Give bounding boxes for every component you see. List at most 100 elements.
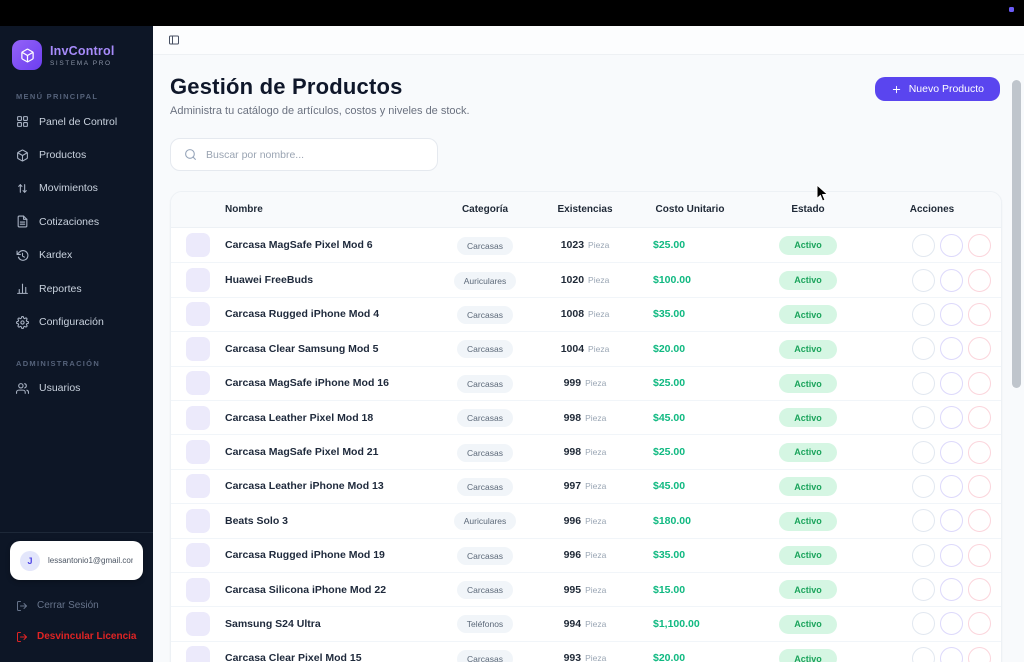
trash-icon	[974, 343, 985, 354]
sidebar-item-productos[interactable]: Productos	[0, 138, 153, 171]
table-row[interactable]: Samsung S24 Ultra Teléfonos 994Pieza $1,…	[171, 606, 1001, 640]
logout-icon	[16, 631, 28, 643]
pencil-icon	[946, 343, 957, 354]
sidebar-item-kardex[interactable]: Kardex	[0, 239, 153, 272]
edit-button[interactable]	[940, 269, 963, 292]
delete-button[interactable]	[968, 441, 991, 464]
edit-button[interactable]	[940, 647, 963, 662]
printer-icon	[918, 653, 929, 662]
print-button[interactable]	[912, 337, 935, 360]
table-row[interactable]: Huawei FreeBuds Auriculares 1020Pieza $1…	[171, 262, 1001, 296]
print-button[interactable]	[912, 234, 935, 257]
product-package-icon	[186, 233, 210, 257]
table-row[interactable]: Carcasa MagSafe Pixel Mod 6 Carcasas 102…	[171, 228, 1001, 262]
table-row[interactable]: Carcasa Rugged iPhone Mod 4 Carcasas 100…	[171, 297, 1001, 331]
status-badge: Activo	[779, 580, 837, 599]
printer-icon	[918, 275, 929, 286]
print-button[interactable]	[912, 303, 935, 326]
trash-icon	[974, 378, 985, 389]
pencil-icon	[946, 481, 957, 492]
table-row[interactable]: Carcasa Rugged iPhone Mod 19 Carcasas 99…	[171, 538, 1001, 572]
category-badge: Carcasas	[457, 547, 513, 565]
sidebar-toggle-button[interactable]	[168, 34, 180, 46]
delete-button[interactable]	[968, 544, 991, 567]
page-title: Gestión de Productos	[170, 74, 470, 100]
sidebar-item-movimientos[interactable]: Movimientos	[0, 172, 153, 205]
sidebar-item-cotizaciones[interactable]: Cotizaciones	[0, 205, 153, 238]
stock-value: 999	[564, 377, 582, 389]
printer-icon	[918, 378, 929, 389]
sidebar-item-reportes[interactable]: Reportes	[0, 272, 153, 305]
sidebar-item-usuarios[interactable]: Usuarios	[0, 372, 153, 405]
print-button[interactable]	[912, 269, 935, 292]
print-button[interactable]	[912, 509, 935, 532]
edit-button[interactable]	[940, 303, 963, 326]
delete-button[interactable]	[968, 612, 991, 635]
new-product-button[interactable]: Nuevo Producto	[875, 77, 1000, 101]
edit-button[interactable]	[940, 372, 963, 395]
table-row[interactable]: Carcasa Leather Pixel Mod 18 Carcasas 99…	[171, 400, 1001, 434]
product-name: Carcasa Leather Pixel Mod 18	[225, 412, 425, 424]
edit-button[interactable]	[940, 337, 963, 360]
sidebar-item-configuracion[interactable]: Configuración	[0, 305, 153, 338]
edit-button[interactable]	[940, 234, 963, 257]
search-input[interactable]	[206, 149, 424, 161]
delete-button[interactable]	[968, 475, 991, 498]
user-card[interactable]: J lessantonio1@gmail.com	[10, 541, 143, 580]
printer-icon	[918, 240, 929, 251]
pencil-icon	[946, 412, 957, 423]
delete-button[interactable]	[968, 509, 991, 532]
table-row[interactable]: Carcasa MagSafe Pixel Mod 21 Carcasas 99…	[171, 434, 1001, 468]
product-package-icon	[186, 371, 210, 395]
delete-button[interactable]	[968, 406, 991, 429]
stock-unit: Pieza	[585, 413, 606, 423]
column-header-nombre: Nombre	[225, 204, 425, 215]
edit-button[interactable]	[940, 509, 963, 532]
delete-button[interactable]	[968, 234, 991, 257]
avatar: J	[20, 551, 40, 571]
sidebar-item-panel-de-control[interactable]: Panel de Control	[0, 105, 153, 138]
delete-button[interactable]	[968, 647, 991, 662]
product-package-icon	[186, 578, 210, 602]
unit-cost: $20.00	[625, 652, 755, 662]
print-button[interactable]	[912, 612, 935, 635]
table-row[interactable]: Carcasa Leather iPhone Mod 13 Carcasas 9…	[171, 469, 1001, 503]
vertical-scrollbar[interactable]	[1012, 80, 1021, 388]
pencil-icon	[946, 653, 957, 662]
edit-button[interactable]	[940, 612, 963, 635]
print-button[interactable]	[912, 578, 935, 601]
delete-button[interactable]	[968, 337, 991, 360]
edit-button[interactable]	[940, 441, 963, 464]
delete-button[interactable]	[968, 303, 991, 326]
edit-button[interactable]	[940, 544, 963, 567]
print-button[interactable]	[912, 544, 935, 567]
stock-value: 994	[564, 618, 582, 630]
stock-value: 996	[564, 549, 582, 561]
table-row[interactable]: Carcasa Clear Pixel Mod 15 Carcasas 993P…	[171, 641, 1001, 662]
trash-icon	[974, 618, 985, 629]
logout-button[interactable]: Cerrar Sesión	[16, 590, 137, 621]
unlink-license-button[interactable]: Desvincular Licencia	[16, 621, 137, 652]
search-box[interactable]	[170, 138, 438, 171]
stock-unit: Pieza	[588, 240, 609, 250]
table-row[interactable]: Beats Solo 3 Auriculares 996Pieza $180.0…	[171, 503, 1001, 537]
products-table: Nombre Categoría Existencias Costo Unita…	[170, 191, 1002, 662]
printer-icon	[918, 618, 929, 629]
edit-button[interactable]	[940, 475, 963, 498]
edit-button[interactable]	[940, 406, 963, 429]
table-row[interactable]: Carcasa MagSafe iPhone Mod 16 Carcasas 9…	[171, 366, 1001, 400]
delete-button[interactable]	[968, 372, 991, 395]
package-icon	[20, 48, 35, 63]
edit-button[interactable]	[940, 578, 963, 601]
table-row[interactable]: Carcasa Clear Samsung Mod 5 Carcasas 100…	[171, 331, 1001, 365]
delete-button[interactable]	[968, 269, 991, 292]
print-button[interactable]	[912, 475, 935, 498]
print-button[interactable]	[912, 372, 935, 395]
print-button[interactable]	[912, 441, 935, 464]
print-button[interactable]	[912, 406, 935, 429]
delete-button[interactable]	[968, 578, 991, 601]
print-button[interactable]	[912, 647, 935, 662]
table-row[interactable]: Carcasa Silicona iPhone Mod 22 Carcasas …	[171, 572, 1001, 606]
document-icon	[16, 215, 29, 228]
trash-icon	[974, 412, 985, 423]
